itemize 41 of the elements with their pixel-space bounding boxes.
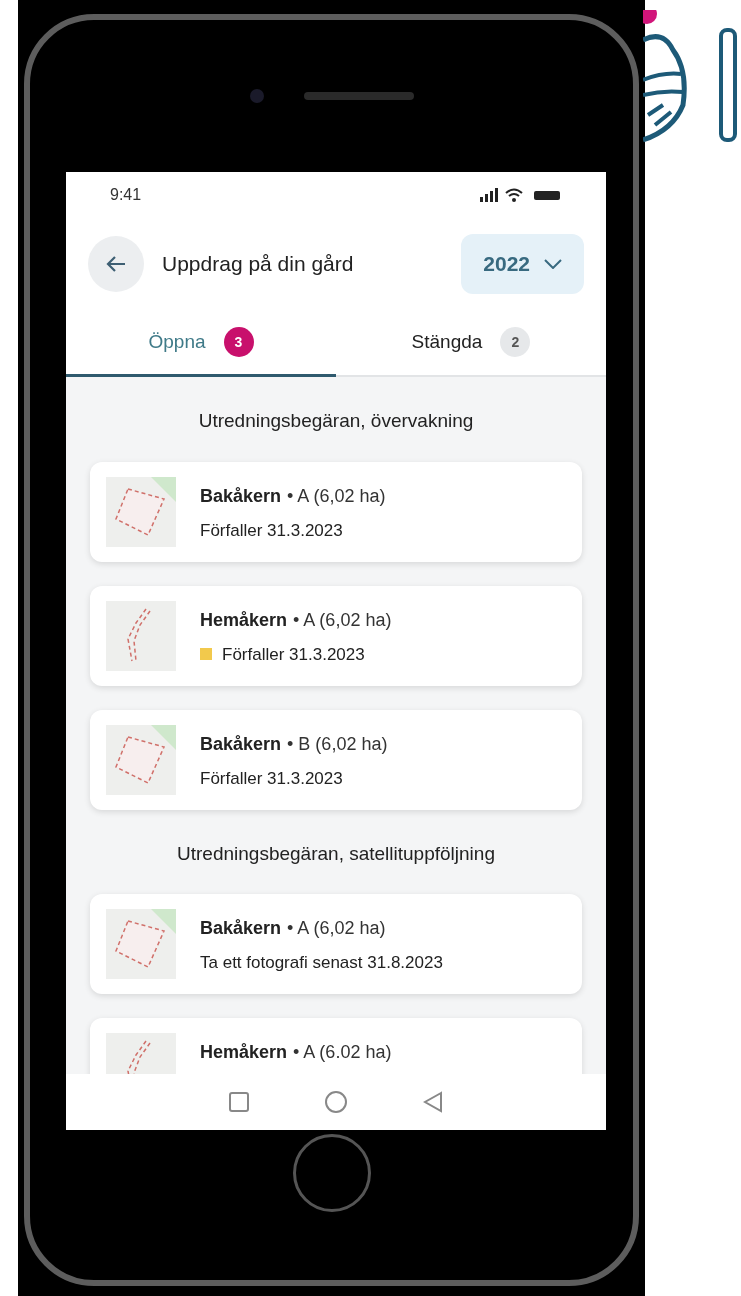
square-nav-icon[interactable] <box>229 1092 249 1112</box>
status-time: 9:41 <box>110 185 142 205</box>
field-card[interactable]: Bakåkern • A (6,02 ha) Förfaller 31.3.2023 <box>90 461 582 562</box>
field-plot-area: • B (6,02 ha) <box>287 730 388 758</box>
field-card[interactable]: Bakåkern • A (6,02 ha) Ta ett fotografi senast 31.8.2023 <box>90 894 582 994</box>
signal-wifi-battery-icon <box>480 188 562 202</box>
due-date: Ta ett fotografi senast 31.8.2023 <box>200 952 443 974</box>
back-arrow-icon <box>105 255 127 273</box>
back-button[interactable] <box>88 236 144 292</box>
field-map-thumbnail <box>106 724 176 795</box>
field-card[interactable]: Bakåkern • B (6,02 ha) Förfaller 31.3.2023 <box>90 709 582 810</box>
field-map-thumbnail <box>106 476 176 547</box>
home-button[interactable] <box>292 1134 371 1212</box>
field-map-thumbnail <box>106 909 176 979</box>
field-name: Hemåkern <box>200 1041 288 1064</box>
circle-nav-icon[interactable] <box>325 1091 347 1113</box>
field-card[interactable]: Hemåkern • A (6.02 ha) <box>90 1018 582 1074</box>
field-name: Hemåkern <box>200 608 288 632</box>
field-card[interactable]: Hemåkern • A (6,02 ha) Förfaller 31.3.2023 <box>90 585 582 686</box>
field-name: Bakåkern <box>200 917 282 940</box>
camera-icon <box>249 89 264 103</box>
tab[interactable]: Öppna 3 <box>66 310 336 377</box>
count-badge: 2 <box>500 327 531 357</box>
section-heading: Utredningsbegäran, övervakning <box>197 409 475 433</box>
field-name: Bakåkern <box>200 732 282 756</box>
back-triangle-icon[interactable] <box>423 1091 443 1113</box>
field-plot-area: • A (6,02 ha) <box>287 482 386 510</box>
field-map-thumbnail <box>106 600 176 671</box>
tab[interactable]: Stängda 2 <box>336 310 606 377</box>
chevron-down-icon <box>544 259 562 269</box>
due-date: Förfaller 31.3.2023 <box>200 767 343 790</box>
section-heading: Utredningsbegäran, satellituppföljning <box>176 841 496 866</box>
year-dropdown[interactable]: 2022 <box>461 234 584 294</box>
field-plot-area: • A (6,02 ha) <box>287 915 386 942</box>
field-name: Bakåkern <box>200 484 282 508</box>
page-title: Uppdrag på din gård <box>162 251 354 278</box>
due-date: Förfaller 31.3.2023 <box>222 643 365 666</box>
count-badge: 3 <box>223 327 254 357</box>
field-plot-area: • A (6.02 ha) <box>293 1039 392 1066</box>
due-date: Förfaller 31.3.2023 <box>200 519 343 542</box>
field-plot-area: • A (6,02 ha) <box>293 606 392 634</box>
